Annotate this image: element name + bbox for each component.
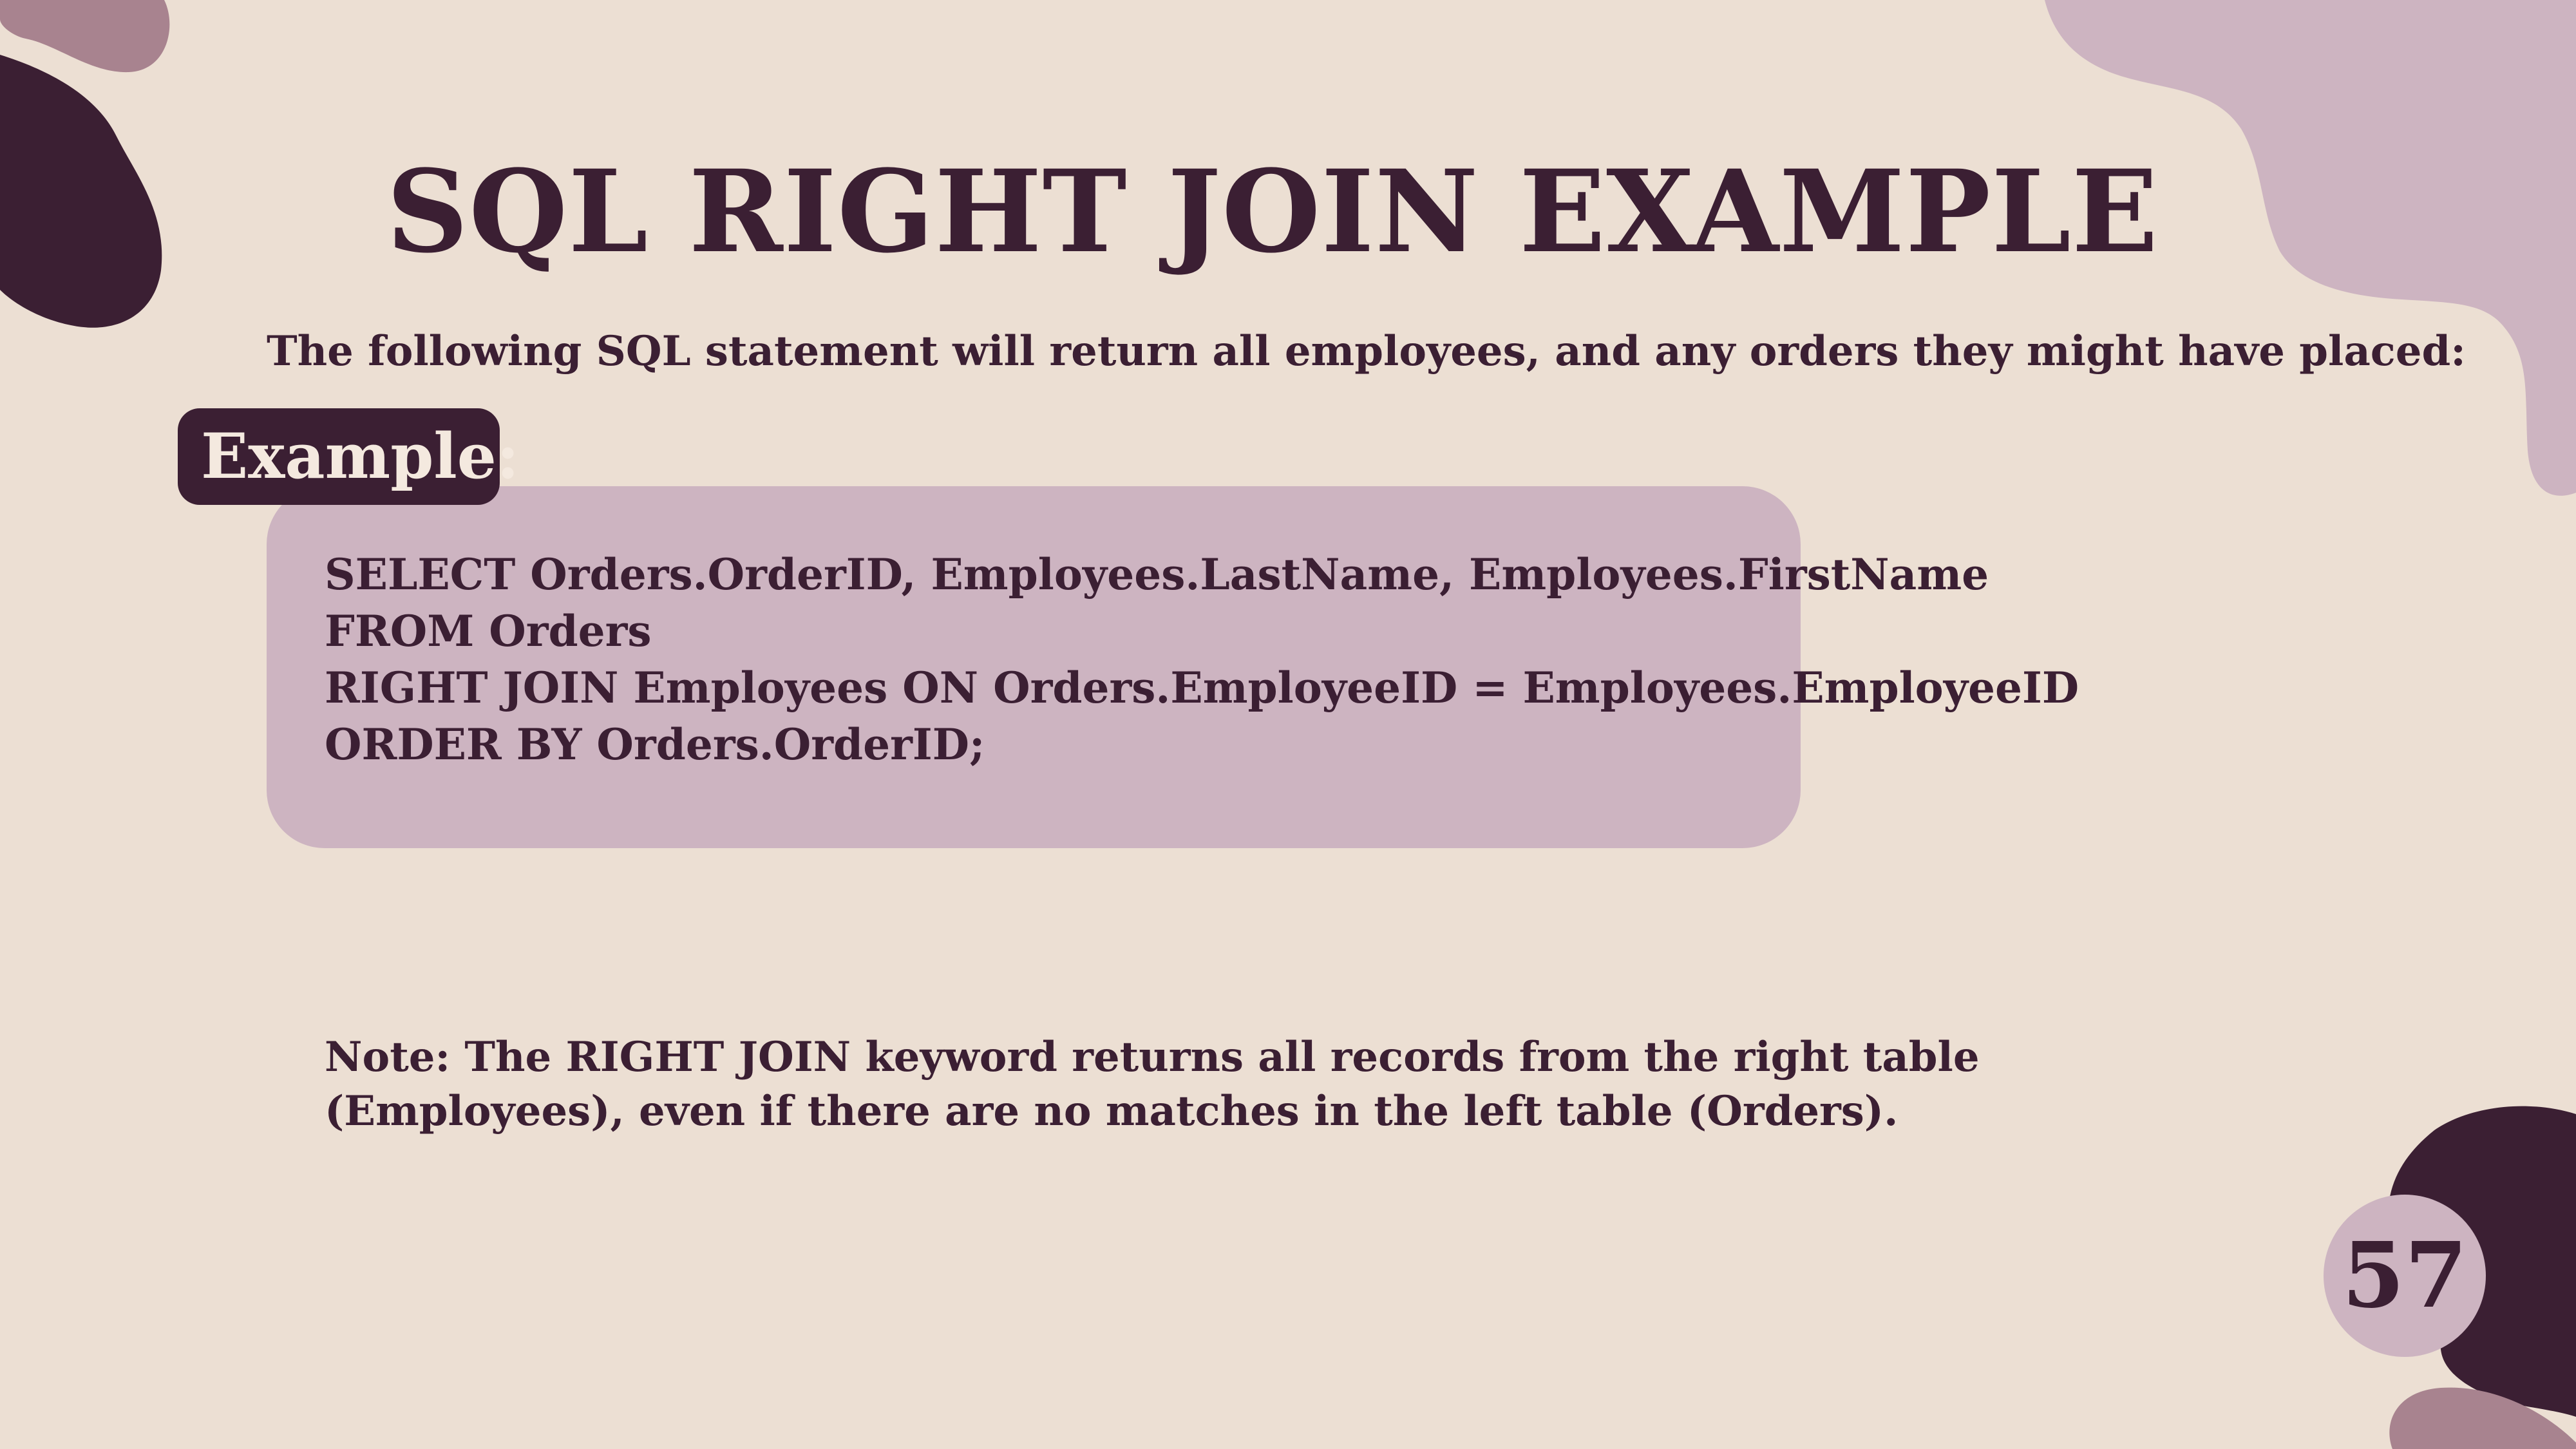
slide-title: SQL RIGHT JOIN EXAMPLE bbox=[386, 145, 2159, 278]
page-number-badge: 57 bbox=[2324, 1195, 2486, 1357]
code-line: FROM Orders bbox=[325, 606, 652, 656]
example-label: Example: bbox=[178, 408, 519, 505]
code-line: ORDER BY Orders.OrderID; bbox=[325, 719, 985, 770]
blob-top-left-dark bbox=[0, 55, 162, 328]
code-line: SELECT Orders.OrderID, Employees.LastNam… bbox=[325, 549, 1989, 600]
code-line: RIGHT JOIN Employees ON Orders.EmployeeI… bbox=[325, 663, 2079, 713]
note-line: (Employees), even if there are no matche… bbox=[325, 1087, 1899, 1135]
sql-code-block: SELECT Orders.OrderID, Employees.LastNam… bbox=[325, 546, 2079, 773]
note-text: Note: The RIGHT JOIN keyword returns all… bbox=[325, 1030, 1980, 1139]
intro-text: The following SQL statement will return … bbox=[267, 327, 2466, 375]
note-line: Note: The RIGHT JOIN keyword returns all… bbox=[325, 1033, 1980, 1081]
blob-bottom-right-small bbox=[2389, 1387, 2576, 1449]
